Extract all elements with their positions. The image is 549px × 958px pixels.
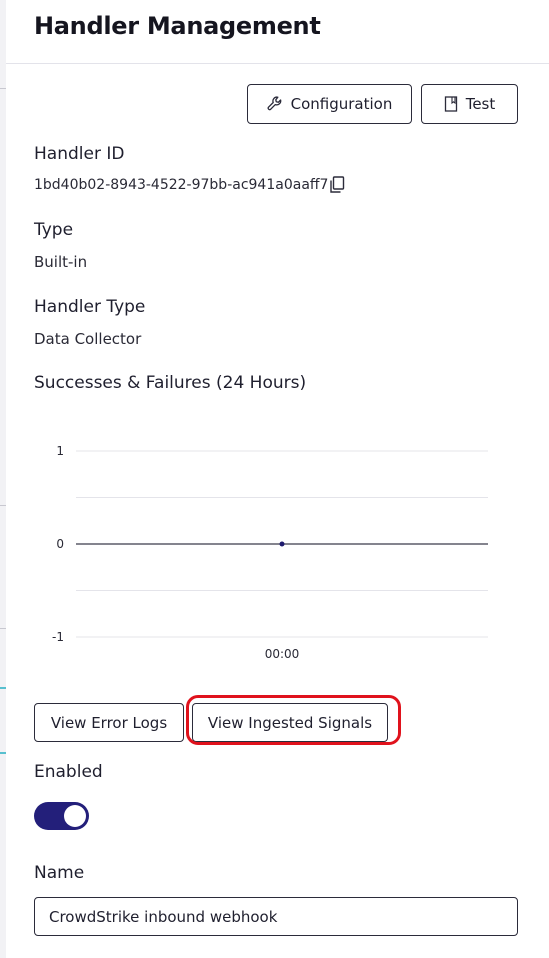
chart-svg: 1 0 -1 00:00 xyxy=(52,444,488,661)
configuration-button-label: Configuration xyxy=(290,95,393,113)
y-tick-label: 0 xyxy=(56,537,64,551)
panel-header: Handler Management xyxy=(6,0,549,64)
view-ingested-signals-label: View Ingested Signals xyxy=(207,713,373,732)
wrench-icon xyxy=(267,96,283,112)
y-tick-label: 1 xyxy=(56,444,64,458)
data-point xyxy=(279,541,285,547)
successes-failures-chart: 1 0 -1 00:00 xyxy=(34,430,504,670)
view-error-logs-button[interactable]: View Error Logs xyxy=(34,703,184,742)
view-error-logs-label: View Error Logs xyxy=(50,713,168,732)
test-button-label: Test xyxy=(465,95,496,113)
configuration-button[interactable]: Configuration xyxy=(247,84,412,124)
name-label: Name xyxy=(34,863,85,883)
type-label: Type xyxy=(34,220,74,240)
chart-title: Successes & Failures (24 Hours) xyxy=(34,373,307,393)
name-input[interactable] xyxy=(34,897,518,936)
copy-icon[interactable] xyxy=(329,176,345,198)
x-tick-label: 00:00 xyxy=(265,647,300,661)
test-button[interactable]: Test xyxy=(421,84,518,124)
enabled-toggle[interactable] xyxy=(34,802,89,830)
handler-id-label: Handler ID xyxy=(34,144,125,164)
page-title: Handler Management xyxy=(34,12,321,40)
view-ingested-signals-button[interactable]: View Ingested Signals xyxy=(192,703,388,742)
enabled-label: Enabled xyxy=(34,762,103,782)
toggle-knob xyxy=(64,805,86,827)
handler-type-label: Handler Type xyxy=(34,297,146,317)
handler-management-panel: Handler Management Configuration Test Ha… xyxy=(6,0,549,958)
bookmark-icon xyxy=(444,96,458,112)
type-value: Built-in xyxy=(34,253,88,271)
handler-type-value: Data Collector xyxy=(34,330,142,348)
handler-id-value: 1bd40b02-8943-4522-97bb-ac941a0aaff7 xyxy=(34,177,329,193)
y-tick-label: -1 xyxy=(52,630,64,644)
